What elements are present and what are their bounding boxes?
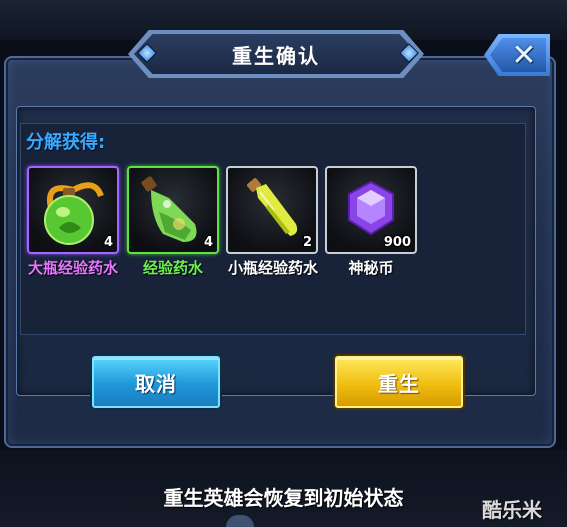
item-name: 经验药水: [142, 259, 203, 277]
item-name: 神秘币: [348, 259, 394, 277]
reward-item-mystery-coin[interactable]: 900: [325, 166, 417, 254]
dialog-title: 重生确认: [232, 43, 320, 68]
reward-item-large-exp-potion[interactable]: 4: [27, 166, 119, 254]
reward-item-small-exp-potion[interactable]: 2: [226, 166, 318, 254]
section-label: 分解获得:: [26, 132, 106, 153]
item-count: 4: [203, 235, 213, 250]
reward-item-exp-potion[interactable]: 4: [127, 166, 219, 254]
item-name: 大瓶经验药水: [27, 259, 118, 277]
rebirth-button[interactable]: 重生: [335, 356, 463, 408]
item-count: 2: [302, 235, 312, 250]
title-plate: 重生确认: [134, 34, 418, 74]
close-icon[interactable]: ✕: [508, 38, 540, 73]
watermark: 酷乐米: [482, 498, 542, 522]
item-count: 900: [383, 235, 411, 250]
cancel-button[interactable]: 取消: [92, 356, 220, 408]
item-name: 小瓶经验药水: [227, 259, 318, 277]
item-count: 4: [103, 235, 113, 250]
